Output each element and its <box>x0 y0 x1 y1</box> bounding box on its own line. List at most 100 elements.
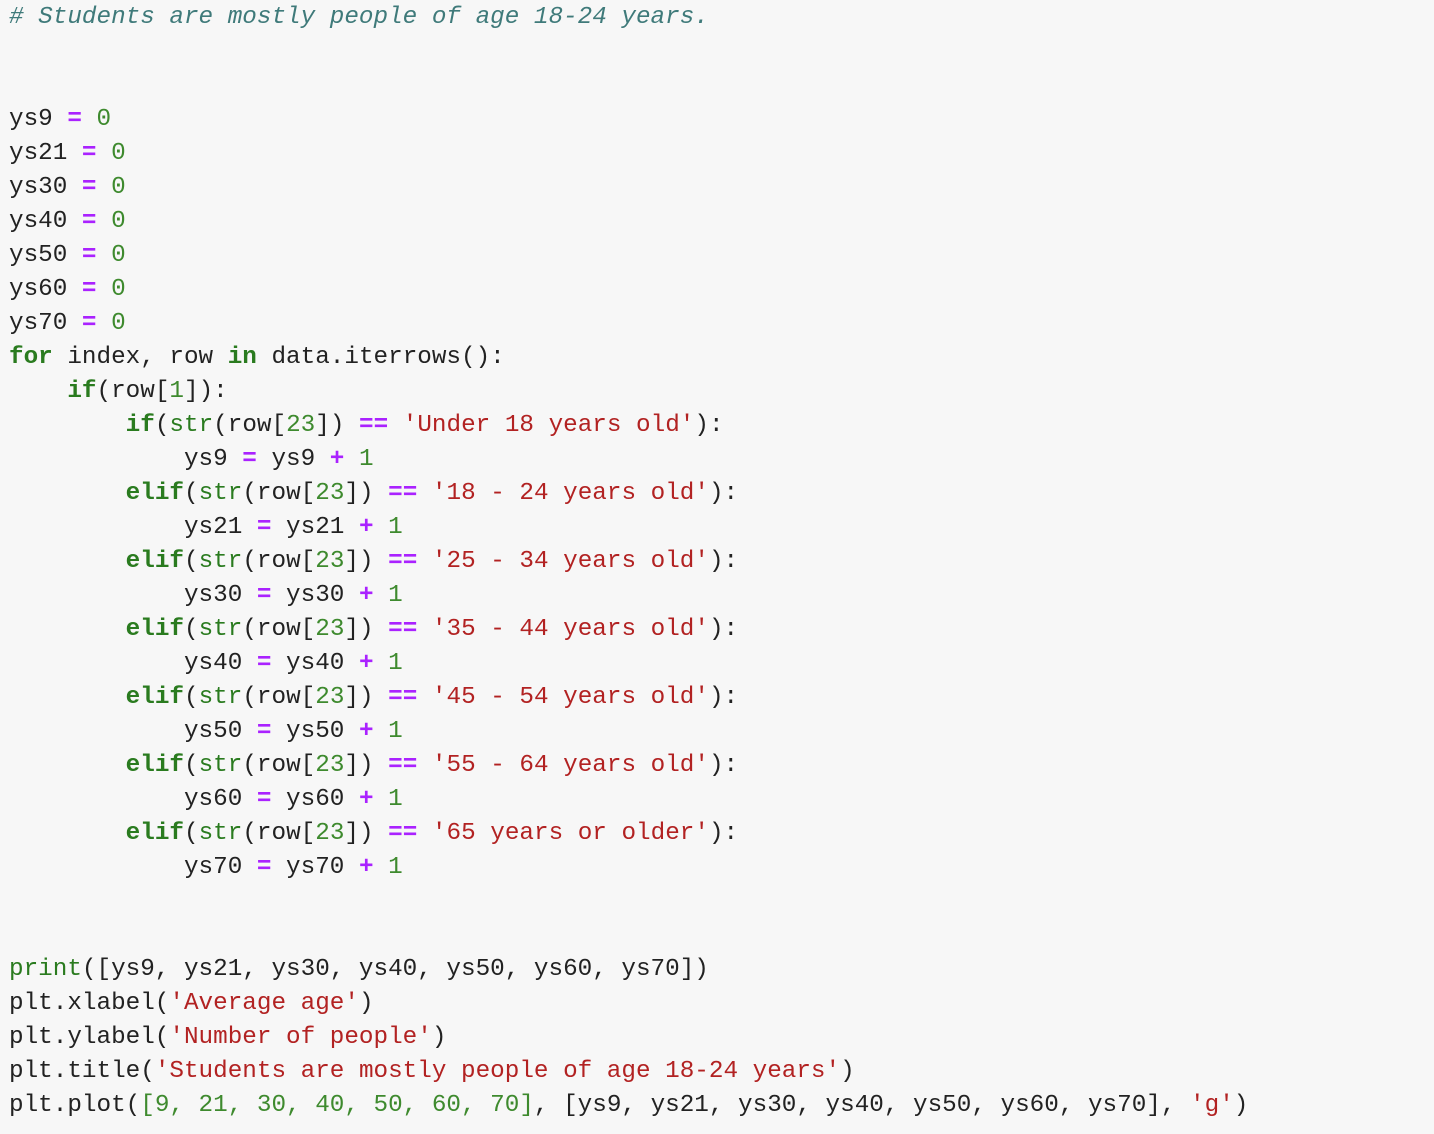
code-line: elif(str(row[23]) == '25 - 34 years old'… <box>9 545 1431 579</box>
operator-token: = <box>256 650 272 677</box>
code-line: ys60 = 0 <box>9 273 1431 307</box>
builtin-token: str <box>198 820 243 847</box>
code-line: elif(str(row[23]) == '55 - 64 years old'… <box>9 749 1431 783</box>
code-text: data.iterrows(): <box>256 344 505 371</box>
code-line: for index, row in data.iterrows(): <box>9 341 1431 375</box>
keyword-token: if <box>125 412 155 439</box>
code-text: ys70 <box>271 854 359 881</box>
string-token: '35 - 44 years old' <box>431 616 709 643</box>
code-text: ys70 <box>9 310 82 337</box>
code-text: ) <box>840 1058 855 1085</box>
keyword-token: in <box>227 344 257 371</box>
code-text: ys60 <box>9 276 82 303</box>
number-token: 0 <box>111 310 126 337</box>
builtin-token: str <box>198 480 243 507</box>
code-line: elif(str(row[23]) == '65 years or older'… <box>9 817 1431 851</box>
operator-token: = <box>67 106 82 133</box>
number-token: 23 <box>315 820 345 847</box>
code-text: index, row <box>52 344 228 371</box>
code-text: ) <box>358 990 374 1017</box>
code-line: ys70 = ys70 + 1 <box>9 851 1431 885</box>
operator-token: == <box>388 684 418 711</box>
keyword-token: elif <box>125 616 184 643</box>
code-text: (row[ <box>96 378 170 405</box>
code-text: ]) <box>344 480 389 507</box>
code-text: ( <box>183 684 199 711</box>
number-token: 0 <box>111 276 126 303</box>
operator-token: + <box>358 718 374 745</box>
comment-token: # Students are mostly people of age 18-2… <box>9 4 709 31</box>
code-text: ys21 <box>271 514 359 541</box>
code-text: (row[ <box>242 548 316 575</box>
code-line: elif(str(row[23]) == '45 - 54 years old'… <box>9 681 1431 715</box>
code-line: plt.ylabel('Number of people') <box>9 1021 1431 1055</box>
code-line: ys30 = ys30 + 1 <box>9 579 1431 613</box>
code-text: ys50 <box>9 718 257 745</box>
number-token: 0 <box>111 140 126 167</box>
code-text: ]) <box>344 684 389 711</box>
builtin-token: str <box>198 616 243 643</box>
operator-token: == <box>388 616 418 643</box>
operator-token: = <box>81 242 97 269</box>
number-token: 23 <box>286 412 316 439</box>
code-cell[interactable]: # Students are mostly people of age 18-2… <box>9 1 1431 1123</box>
code-text: plt.plot( <box>9 1092 141 1119</box>
code-line: # Students are mostly people of age 18-2… <box>9 1 1431 35</box>
operator-token: = <box>81 174 97 201</box>
operator-token: == <box>388 752 418 779</box>
code-line: plt.xlabel('Average age') <box>9 987 1431 1021</box>
string-token: '45 - 54 years old' <box>431 684 709 711</box>
keyword-token: elif <box>125 548 184 575</box>
code-text: ]) <box>344 752 389 779</box>
operator-token: = <box>256 718 272 745</box>
operator-token: = <box>242 446 257 473</box>
operator-token: = <box>256 854 272 881</box>
code-text: ( <box>183 820 199 847</box>
code-line: plt.title('Students are mostly people of… <box>9 1055 1431 1089</box>
code-text: ( <box>183 752 199 779</box>
code-text: ys40 <box>9 650 257 677</box>
code-text: ys30 <box>9 174 82 201</box>
code-text: plt.xlabel( <box>9 990 170 1017</box>
code-text: ( <box>183 548 199 575</box>
number-token: 1 <box>388 718 403 745</box>
number-token: 1 <box>169 378 184 405</box>
operator-token: == <box>388 548 418 575</box>
operator-token: = <box>81 276 97 303</box>
keyword-token: elif <box>125 820 184 847</box>
number-token: 0 <box>96 106 112 133</box>
operator-token: + <box>358 650 374 677</box>
code-line: elif(str(row[23]) == '18 - 24 years old'… <box>9 477 1431 511</box>
code-line: ys30 = 0 <box>9 171 1431 205</box>
operator-token: = <box>256 786 272 813</box>
code-line: if(str(row[23]) == 'Under 18 years old')… <box>9 409 1431 443</box>
code-line: ys9 = 0 <box>9 103 1431 137</box>
code-text: ([ys9, ys21, ys30, ys40, ys50, ys60, ys7… <box>81 956 709 983</box>
code-text: plt.ylabel( <box>9 1024 170 1051</box>
code-line: elif(str(row[23]) == '35 - 44 years old'… <box>9 613 1431 647</box>
code-text: plt.title( <box>9 1058 155 1085</box>
operator-token: = <box>81 140 97 167</box>
code-text: ys21 <box>9 514 257 541</box>
code-line: ys50 = ys50 + 1 <box>9 715 1431 749</box>
number-token: 0 <box>111 208 126 235</box>
code-text: ys9 <box>256 446 330 473</box>
code-text: ( <box>183 480 199 507</box>
number-token: 23 <box>315 480 345 507</box>
code-line: plt.plot([9, 21, 30, 40, 50, 60, 70], [y… <box>9 1089 1431 1123</box>
